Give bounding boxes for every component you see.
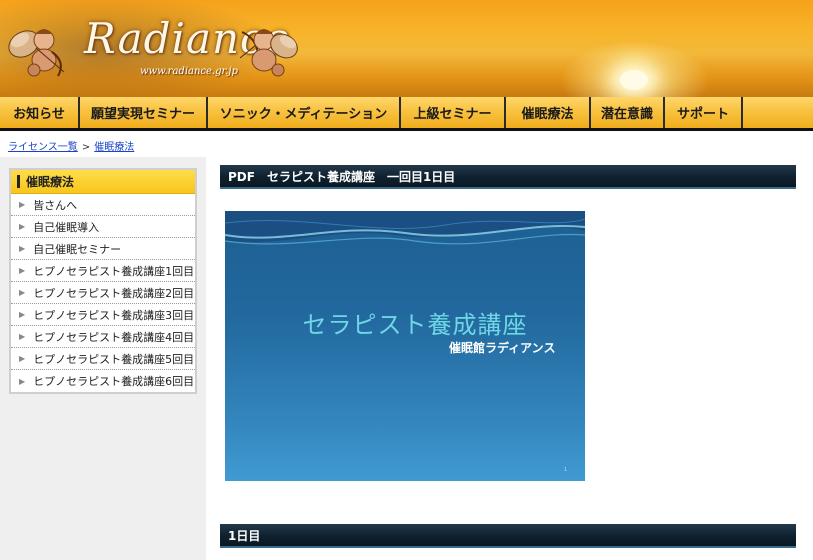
sidebar-item-self-hypnosis-intro[interactable]: ▶ 自己催眠導入 — [11, 216, 195, 238]
nav-item-support[interactable]: サポート — [665, 97, 743, 128]
sidebar-item-course-3[interactable]: ▶ ヒプノセラピスト養成講座3回目 — [11, 304, 195, 326]
sidebar-item-label: ヒプノセラピスト養成講座2回目 — [33, 286, 195, 300]
sun-icon — [620, 70, 648, 90]
slide-subtitle: 催眠館ラディアンス — [449, 341, 556, 355]
nav-item-news[interactable]: お知らせ — [0, 97, 80, 128]
left-column: 催眠療法 ▶ 皆さんへ ▶ 自己催眠導入 ▶ 自己催眠セミナー ▶ ヒプノセラピスト養成… — [0, 157, 206, 560]
nav-item-sonic-meditation[interactable]: ソニック・メディテーション — [208, 97, 401, 128]
sidebar-item-course-5[interactable]: ▶ ヒプノセラピスト養成講座5回目 — [11, 348, 195, 370]
breadcrumb-link-hypnotherapy[interactable]: 催眠療法 — [94, 142, 134, 153]
triangle-right-icon: ▶ — [19, 332, 26, 341]
sidebar-item-course-4[interactable]: ▶ ヒプノセラピスト養成講座4回目 — [11, 326, 195, 348]
sidebar-item-course-1[interactable]: ▶ ヒプノセラピスト養成講座1回目 — [11, 260, 195, 282]
side-menu-title: 催眠療法 — [11, 170, 195, 194]
sidebar-item-self-hypnosis-seminar[interactable]: ▶ 自己催眠セミナー — [11, 238, 195, 260]
sidebar-item-label: ヒプノセラピスト養成講座3回目 — [33, 308, 195, 322]
triangle-right-icon: ▶ — [19, 266, 26, 275]
triangle-right-icon: ▶ — [19, 244, 26, 253]
nav-item-hypnotherapy[interactable]: 催眠療法 — [506, 97, 591, 128]
title-bar-icon — [17, 175, 20, 188]
side-menu: 催眠療法 ▶ 皆さんへ ▶ 自己催眠導入 ▶ 自己催眠セミナー ▶ ヒプノセラピスト養成… — [9, 168, 197, 394]
triangle-right-icon: ▶ — [19, 222, 26, 231]
slide-title: セラピスト養成講座 — [302, 311, 528, 339]
breadcrumb: ライセンス一覧 > 催眠療法 — [8, 138, 134, 153]
section-heading-day1: 1日目 — [220, 524, 796, 548]
sidebar-item-label: ヒプノセラピスト養成講座5回目 — [33, 352, 195, 366]
sidebar-item-label: ヒプノセラピスト養成講座4回目 — [33, 330, 195, 344]
sidebar-item-label: ヒプノセラピスト養成講座1回目 — [33, 264, 195, 278]
cherub-icon — [239, 29, 298, 77]
breadcrumb-link-licenses[interactable]: ライセンス一覧 — [8, 142, 78, 153]
sidebar-item-label: 自己催眠セミナー — [33, 242, 122, 256]
sidebar-item-course-6[interactable]: ▶ ヒプノセラピスト養成講座6回目 — [11, 370, 195, 392]
nav-item-wish-seminar[interactable]: 願望実現セミナー — [80, 97, 208, 128]
nav-item-advanced-seminar[interactable]: 上級セミナー — [401, 97, 506, 128]
triangle-right-icon: ▶ — [19, 354, 26, 363]
side-menu-title-label: 催眠療法 — [26, 175, 75, 189]
wave-decoration — [225, 211, 585, 245]
pdf-slide-preview[interactable]: セラピスト養成講座 催眠館ラディアンス 1 — [225, 211, 585, 481]
slide-page-number: 1 — [563, 467, 567, 473]
triangle-right-icon: ▶ — [19, 200, 26, 209]
nav-item-subconscious[interactable]: 潜在意識 — [591, 97, 665, 128]
sidebar-item-label: 自己催眠導入 — [33, 220, 100, 234]
main-nav: お知らせ 願望実現セミナー ソニック・メディテーション 上級セミナー 催眠療法 … — [0, 97, 813, 131]
main-content: PDF セラピスト養成講座 一回目1日目 セラピスト養成講座 催眠館ラディアンス… — [206, 157, 813, 560]
section-heading-pdf: PDF セラピスト養成講座 一回目1日目 — [220, 165, 796, 189]
triangle-right-icon: ▶ — [19, 310, 26, 319]
triangle-right-icon: ▶ — [19, 376, 26, 386]
sidebar-item-course-2[interactable]: ▶ ヒプノセラピスト養成講座2回目 — [11, 282, 195, 304]
breadcrumb-separator: > — [81, 142, 91, 153]
sidebar-item-label: ヒプノセラピスト養成講座6回目 — [33, 375, 195, 388]
triangle-right-icon: ▶ — [19, 288, 26, 297]
sidebar-item-label: 皆さんへ — [33, 198, 78, 212]
cherub-icon — [8, 29, 65, 77]
logo-url: www.radiance.gr.jp — [140, 66, 238, 77]
sidebar-item-to-everyone[interactable]: ▶ 皆さんへ — [11, 194, 195, 216]
header-banner: Radiance www.radiance.gr.jp — [0, 0, 813, 97]
